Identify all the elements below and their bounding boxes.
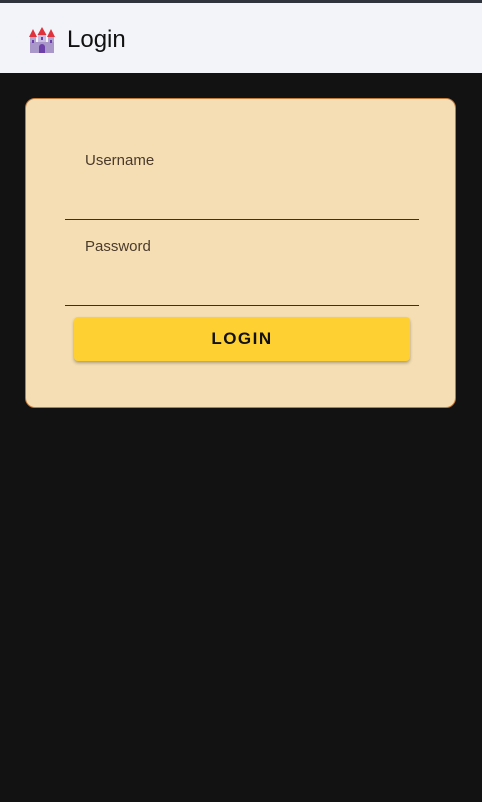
username-input[interactable] — [85, 183, 399, 211]
app-bar: Login — [0, 3, 482, 73]
username-label: Username — [85, 152, 155, 169]
login-card: Username Password LOGIN — [25, 98, 456, 408]
password-field[interactable]: Password — [65, 238, 419, 306]
castle-icon — [29, 27, 55, 54]
password-label: Password — [85, 238, 151, 255]
page-title: Login — [67, 26, 126, 53]
login-button[interactable]: LOGIN — [74, 317, 410, 361]
username-field[interactable]: Username — [65, 152, 419, 220]
password-input[interactable] — [85, 269, 399, 297]
